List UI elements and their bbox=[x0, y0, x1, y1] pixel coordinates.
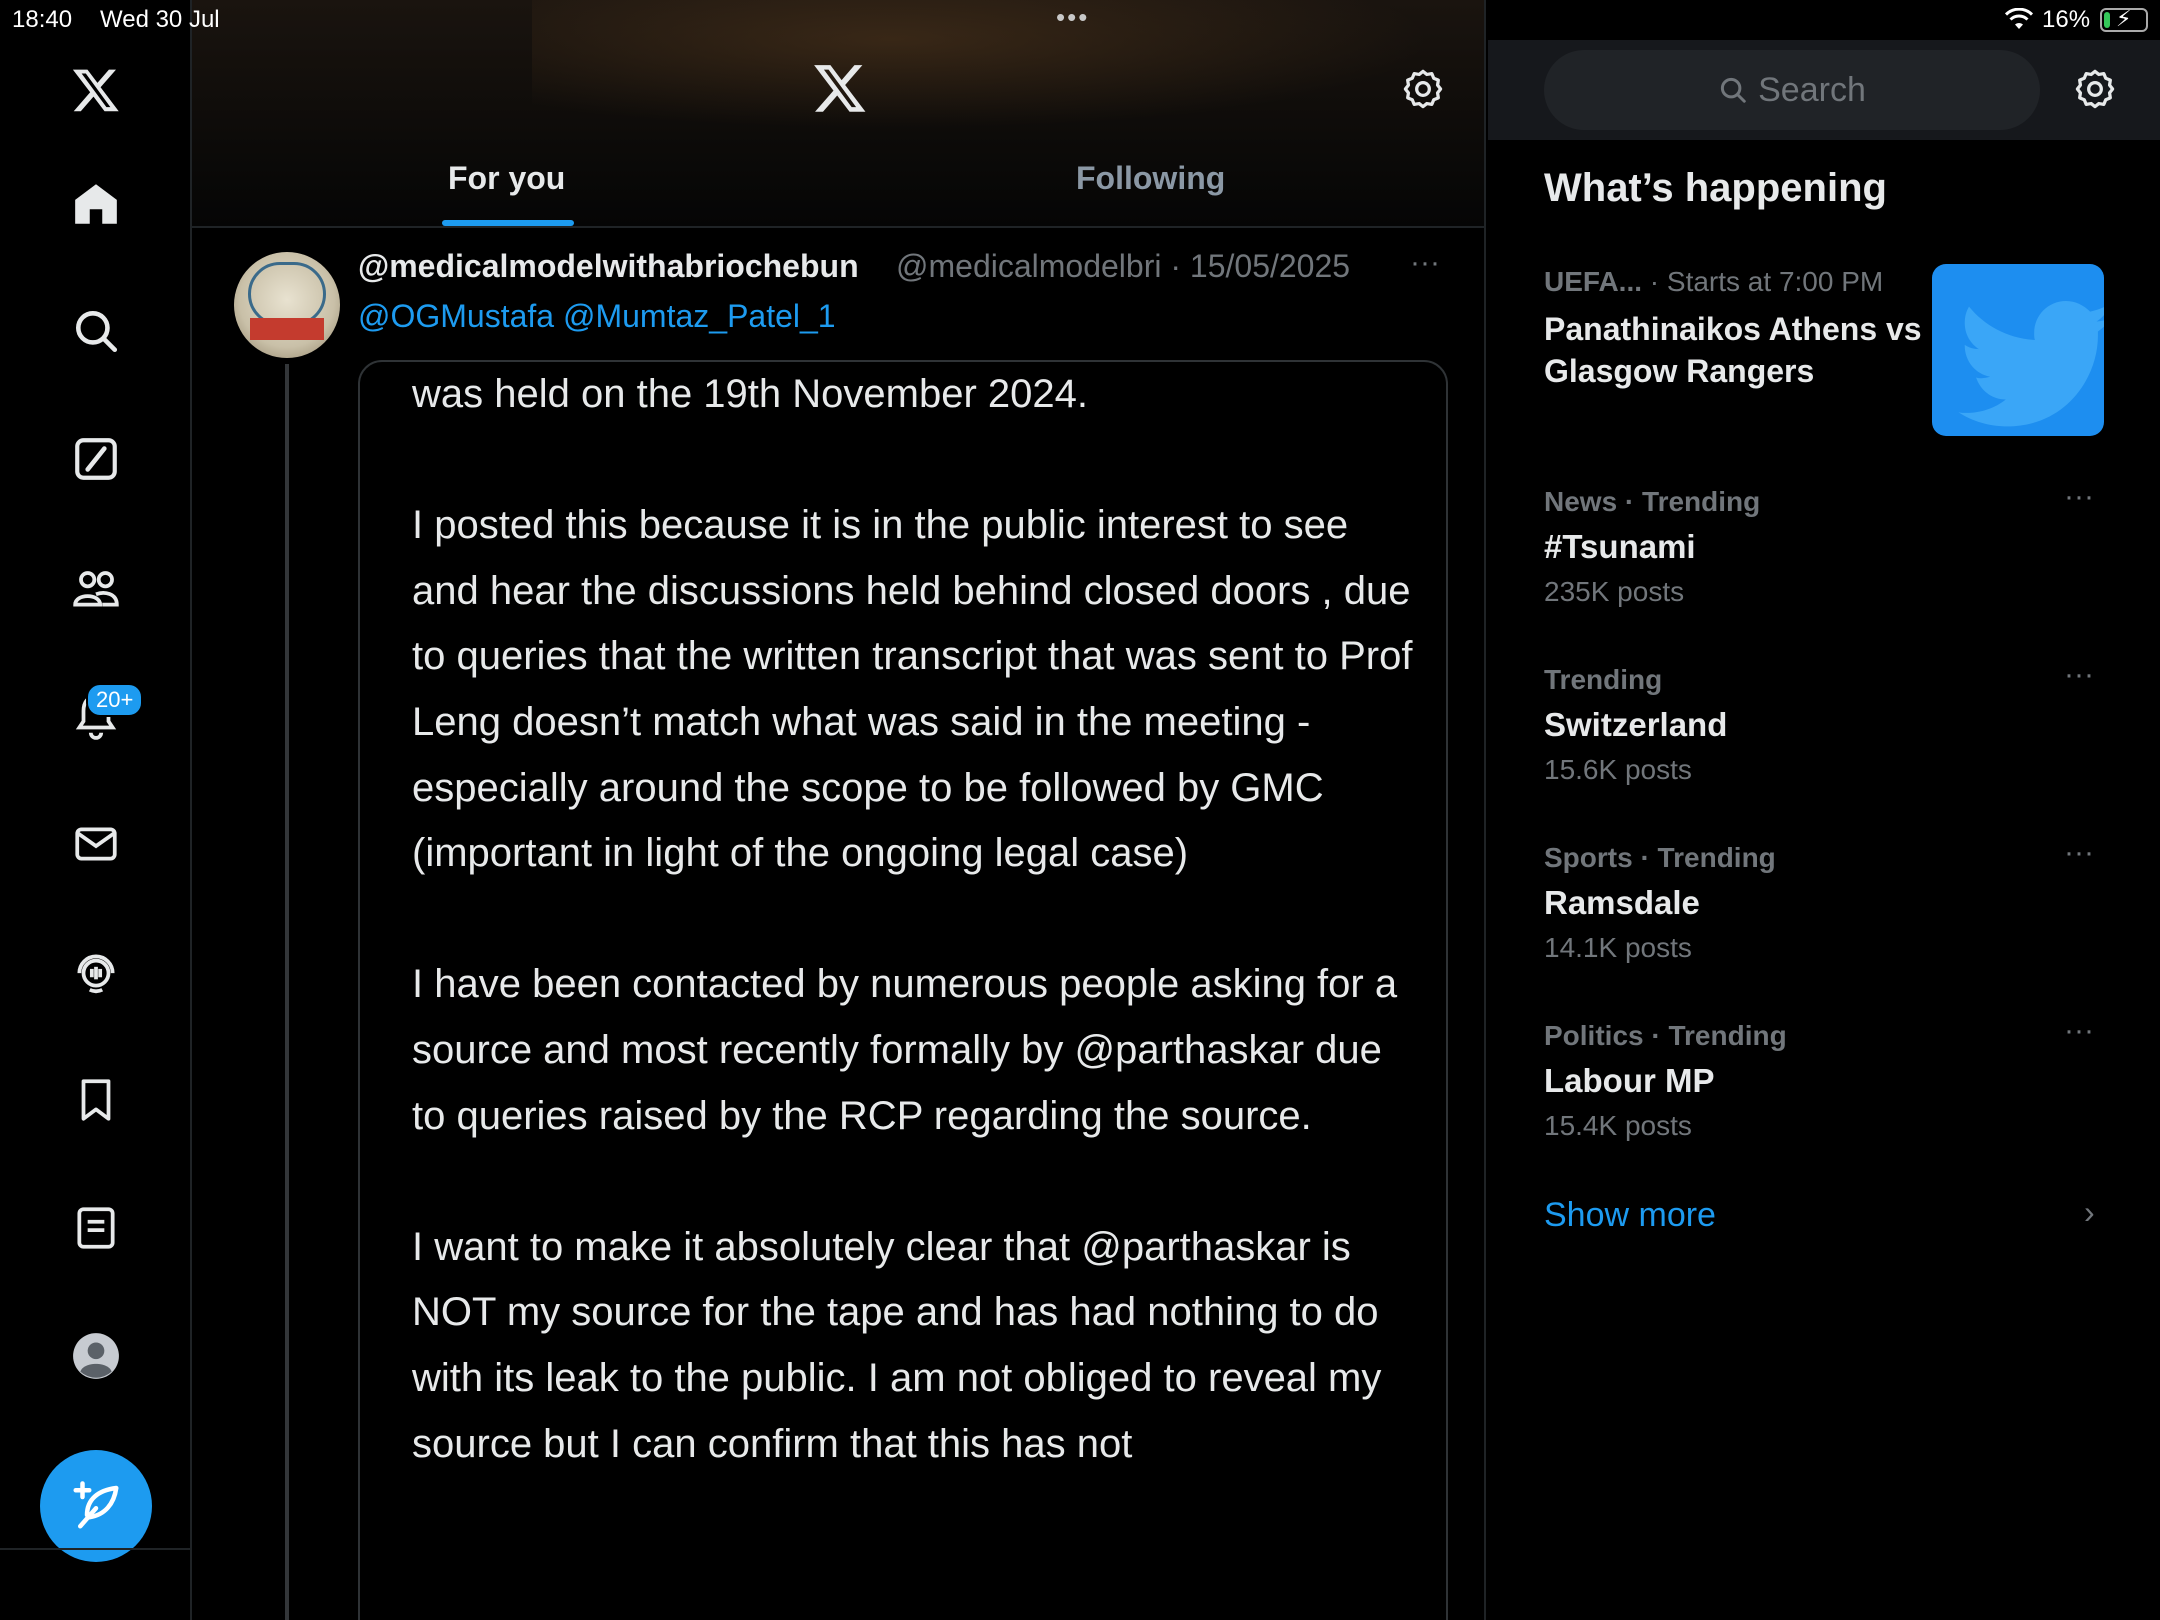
status-bar: 18:40 Wed 30 Jul ••• 16% ⚡ bbox=[0, 0, 2160, 40]
trend-count: 235K posts bbox=[1544, 576, 1685, 607]
active-tab-indicator bbox=[442, 220, 574, 226]
note-card[interactable]: was held on the 19th November 2024. I po… bbox=[358, 360, 1448, 1620]
spaces-icon[interactable] bbox=[62, 937, 130, 1005]
post-more-button[interactable]: ··· bbox=[1410, 246, 1440, 280]
charging-bolt-icon: ⚡ bbox=[2116, 6, 2132, 31]
trend-category: Trending bbox=[1544, 664, 1663, 695]
compose-post-button[interactable] bbox=[40, 1450, 152, 1562]
trend-item[interactable]: News · Trending #Tsunami 235K posts ··· bbox=[1544, 480, 2104, 608]
left-nav: 20+ bbox=[0, 0, 192, 1620]
communities-icon[interactable] bbox=[62, 554, 130, 622]
grok-icon[interactable] bbox=[62, 425, 130, 493]
x-logo-icon[interactable] bbox=[812, 60, 868, 116]
x-logo-icon[interactable] bbox=[62, 56, 130, 124]
trend-count: 15.6K posts bbox=[1544, 754, 1692, 785]
trend-item[interactable]: Trending Switzerland 15.6K posts ··· bbox=[1544, 658, 2104, 786]
trend-title: Switzerland bbox=[1544, 706, 1728, 743]
author-name[interactable]: @medicalmodelwithabriochebun bbox=[358, 248, 859, 285]
event-thumbnail bbox=[1932, 264, 2104, 436]
trend-title: Ramsdale bbox=[1544, 884, 1700, 921]
event-title: Panathinaikos Athens vs Glasgow Rangers bbox=[1544, 311, 1922, 389]
explore-settings-gear-icon[interactable] bbox=[2072, 66, 2118, 112]
profile-avatar-icon[interactable] bbox=[62, 1322, 130, 1390]
multitask-dots[interactable]: ••• bbox=[1056, 2, 1089, 33]
settings-gear-icon[interactable] bbox=[1400, 66, 1446, 112]
event-time: · Starts at 7:00 PM bbox=[1649, 266, 1884, 297]
home-icon[interactable] bbox=[62, 170, 130, 238]
feather-plus-icon bbox=[73, 1481, 119, 1529]
main-timeline: For you Following @medicalmodelwithabrio… bbox=[192, 0, 1486, 1620]
trend-category: Politics · Trending bbox=[1544, 1020, 1787, 1051]
trend-more-button[interactable]: ··· bbox=[2064, 836, 2094, 870]
nav-divider bbox=[0, 1548, 190, 1550]
battery-icon: ⚡ bbox=[2100, 6, 2148, 32]
trend-more-button[interactable]: ··· bbox=[2064, 658, 2094, 692]
trend-more-button[interactable]: ··· bbox=[2064, 1014, 2094, 1048]
messages-icon[interactable] bbox=[62, 810, 130, 878]
trend-count: 15.4K posts bbox=[1544, 1110, 1692, 1141]
notifications-badge: 20+ bbox=[86, 683, 144, 717]
author-handle-date[interactable]: @medicalmodelbri · 15/05/2025 bbox=[896, 248, 1350, 285]
bookmarks-icon[interactable] bbox=[62, 1066, 130, 1134]
status-date: Wed 30 Jul bbox=[100, 6, 220, 33]
tab-following[interactable]: Following bbox=[1076, 160, 1225, 197]
lists-icon[interactable] bbox=[62, 1194, 130, 1262]
search-icon bbox=[1721, 77, 1746, 103]
trend-title: Labour MP bbox=[1544, 1062, 1715, 1099]
status-time: 18:40 bbox=[12, 6, 73, 33]
trend-more-button[interactable]: ··· bbox=[2064, 480, 2094, 514]
search-placeholder: Search bbox=[1758, 70, 1866, 109]
event-category: UEFA... bbox=[1544, 266, 1643, 297]
right-sidebar: Search What’s happening UEFA... · Starts… bbox=[1488, 0, 2160, 1620]
author-avatar[interactable] bbox=[234, 252, 340, 358]
event-meta: UEFA... · Starts at 7:00 PM bbox=[1544, 266, 1883, 298]
wifi-icon bbox=[2004, 8, 2034, 29]
reply-mentions[interactable]: @OGMustafa @Mumtaz_Patel_1 bbox=[358, 298, 836, 335]
trend-item[interactable]: Politics · Trending Labour MP 15.4K post… bbox=[1544, 1014, 2104, 1142]
chevron-right-icon: › bbox=[2084, 1194, 2095, 1230]
trend-item[interactable]: Sports · Trending Ramsdale 14.1K posts ·… bbox=[1544, 836, 2104, 964]
search-icon[interactable] bbox=[62, 297, 130, 365]
trend-title: #Tsunami bbox=[1544, 528, 1696, 565]
tab-for-you[interactable]: For you bbox=[448, 160, 565, 197]
battery-percent: 16% bbox=[2042, 6, 2091, 33]
thread-line bbox=[285, 364, 289, 1620]
bird-logo-icon bbox=[1958, 301, 2104, 427]
show-more-link[interactable]: Show more bbox=[1544, 1196, 1716, 1235]
whats-happening-title: What’s happening bbox=[1544, 166, 1887, 210]
note-body-text: was held on the 19th November 2024. I po… bbox=[412, 372, 1413, 1466]
trend-category: Sports · Trending bbox=[1544, 842, 1776, 873]
search-input[interactable]: Search bbox=[1544, 50, 2040, 130]
trend-count: 14.1K posts bbox=[1544, 932, 1692, 963]
trend-category: News · Trending bbox=[1544, 486, 1761, 517]
